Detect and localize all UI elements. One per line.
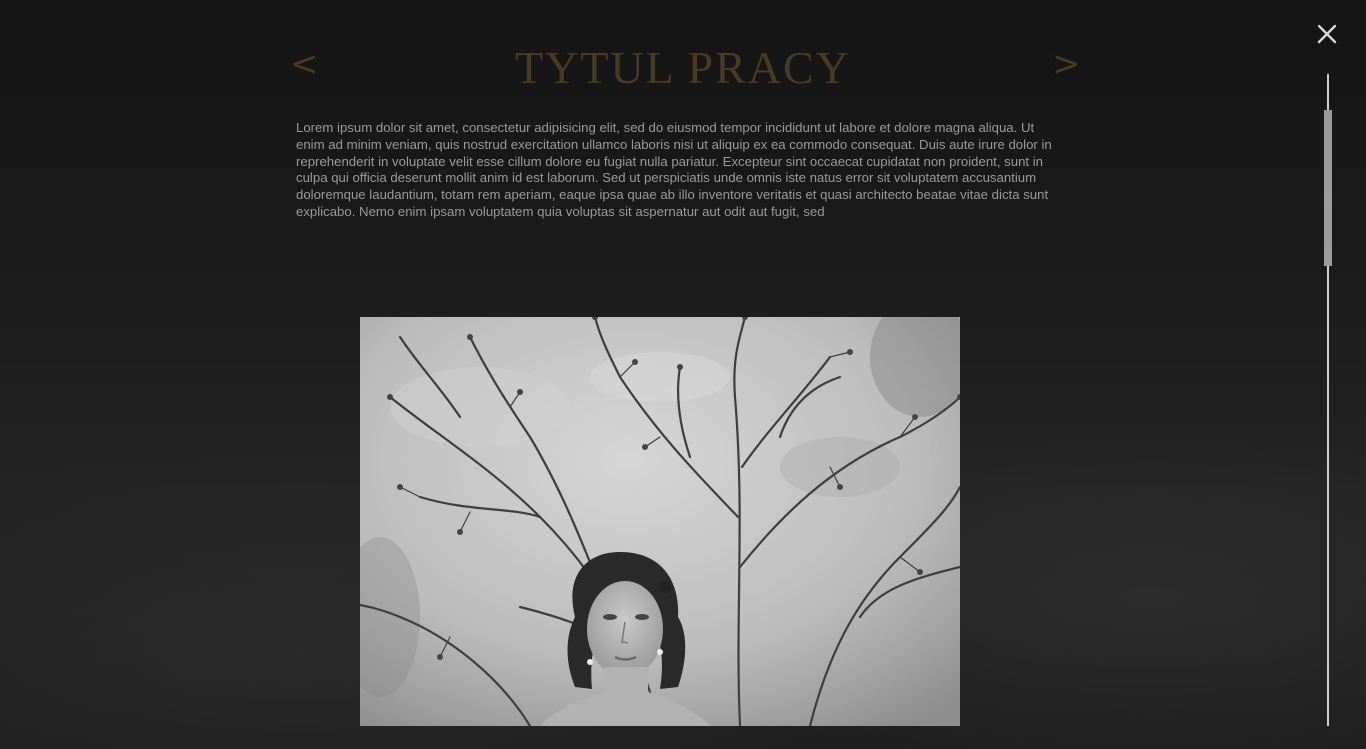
lightbox-overlay: < TYTUL PRACY > Lorem ipsum dolor sit am… (0, 0, 1366, 749)
close-icon (1317, 24, 1337, 44)
close-button[interactable] (1313, 20, 1341, 48)
work-description: Lorem ipsum dolor sit amet, consectetur … (296, 120, 1052, 219)
next-work-button[interactable]: > (1052, 42, 1081, 86)
work-photo (360, 317, 960, 726)
scrollbar-thumb[interactable] (1324, 110, 1332, 266)
work-title: TYTUL PRACY (515, 42, 851, 93)
prev-work-button[interactable]: < (290, 42, 319, 86)
portrait-photo (360, 317, 960, 726)
